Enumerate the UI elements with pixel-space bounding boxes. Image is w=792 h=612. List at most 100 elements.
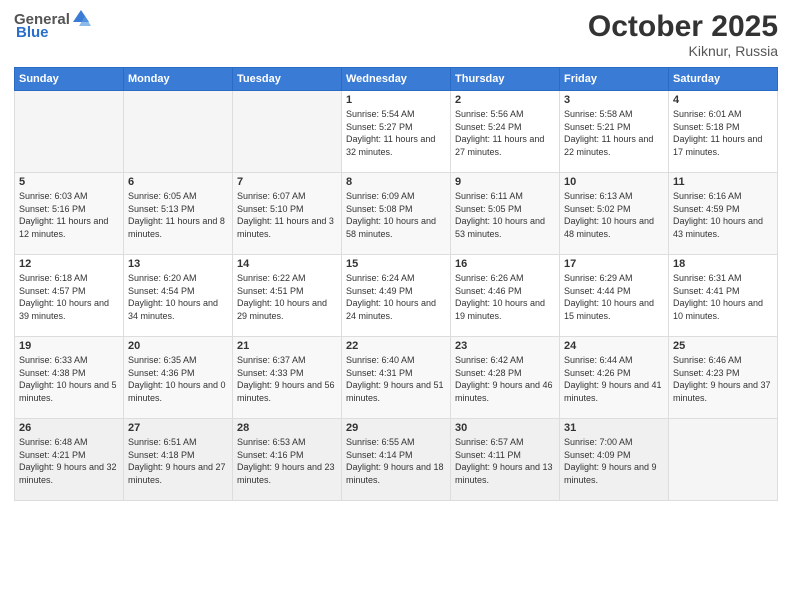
header-thursday: Thursday: [451, 68, 560, 91]
table-row: 24 Sunrise: 6:44 AM Sunset: 4:26 PM Dayli…: [560, 337, 669, 419]
day-number: 6: [128, 176, 228, 188]
logo-icon: [71, 8, 91, 28]
header-sunday: Sunday: [15, 68, 124, 91]
day-number: 12: [19, 258, 119, 270]
table-row: 18 Sunrise: 6:31 AM Sunset: 4:41 PM Dayli…: [669, 255, 778, 337]
location-subtitle: Kiknur, Russia: [588, 43, 778, 59]
day-info: Sunrise: 6:26 AM Sunset: 4:46 PM Dayligh…: [455, 272, 555, 322]
table-row: [233, 91, 342, 173]
day-info: Sunrise: 6:22 AM Sunset: 4:51 PM Dayligh…: [237, 272, 337, 322]
table-row: 30Sunrise: 6:57 AM Sunset: 4:11 PM Dayli…: [451, 419, 560, 501]
day-number: 4: [673, 94, 773, 106]
day-info: Sunrise: 6:37 AM Sunset: 4:33 PM Dayligh…: [237, 354, 337, 404]
table-row: 1Sunrise: 5:54 AM Sunset: 5:27 PM Daylig…: [342, 91, 451, 173]
day-info: Sunrise: 6:18 AM Sunset: 4:57 PM Dayligh…: [19, 272, 119, 322]
table-row: 14 Sunrise: 6:22 AM Sunset: 4:51 PM Dayli…: [233, 255, 342, 337]
logo-blue-text: Blue: [16, 24, 49, 41]
day-number: 16: [455, 258, 555, 270]
calendar-week-row: 5Sunrise: 6:03 AM Sunset: 5:16 PM Daylig…: [15, 173, 778, 255]
table-row: 10 Sunrise: 6:13 AM Sunset: 5:02 PM Dayli…: [560, 173, 669, 255]
table-row: 28 Sunrise: 6:53 AM Sunset: 4:16 PM Dayli…: [233, 419, 342, 501]
day-number: 13: [128, 258, 228, 270]
day-info: Sunrise: 6:24 AM Sunset: 4:49 PM Dayligh…: [346, 272, 446, 322]
table-row: 17 Sunrise: 6:29 AM Sunset: 4:44 PM Dayli…: [560, 255, 669, 337]
page-header: General Blue October 2025 Kiknur, Russia: [14, 10, 778, 59]
table-row: 23Sunrise: 6:42 AM Sunset: 4:28 PM Dayli…: [451, 337, 560, 419]
day-number: 29: [346, 422, 446, 434]
day-number: 22: [346, 340, 446, 352]
header-wednesday: Wednesday: [342, 68, 451, 91]
day-number: 17: [564, 258, 664, 270]
day-number: 24: [564, 340, 664, 352]
logo: General Blue: [14, 10, 91, 41]
calendar-week-row: 26Sunrise: 6:48 AM Sunset: 4:21 PM Dayli…: [15, 419, 778, 501]
table-row: 20 Sunrise: 6:35 AM Sunset: 4:36 PM Dayli…: [124, 337, 233, 419]
header-friday: Friday: [560, 68, 669, 91]
day-number: 14: [237, 258, 337, 270]
table-row: 13 Sunrise: 6:20 AM Sunset: 4:54 PM Dayli…: [124, 255, 233, 337]
table-row: 11Sunrise: 6:16 AM Sunset: 4:59 PM Dayli…: [669, 173, 778, 255]
day-number: 28: [237, 422, 337, 434]
day-info: Sunrise: 6:07 AM Sunset: 5:10 PM Dayligh…: [237, 190, 337, 240]
day-number: 7: [237, 176, 337, 188]
day-info: Sunrise: 6:09 AM Sunset: 5:08 PM Dayligh…: [346, 190, 446, 240]
day-number: 30: [455, 422, 555, 434]
day-info: Sunrise: 6:31 AM Sunset: 4:41 PM Dayligh…: [673, 272, 773, 322]
table-row: [124, 91, 233, 173]
day-number: 20: [128, 340, 228, 352]
day-number: 1: [346, 94, 446, 106]
day-number: 18: [673, 258, 773, 270]
table-row: 26Sunrise: 6:48 AM Sunset: 4:21 PM Dayli…: [15, 419, 124, 501]
table-row: 25Sunrise: 6:46 AM Sunset: 4:23 PM Dayli…: [669, 337, 778, 419]
day-info: Sunrise: 6:55 AM Sunset: 4:14 PM Dayligh…: [346, 436, 446, 486]
day-number: 5: [19, 176, 119, 188]
table-row: 15Sunrise: 6:24 AM Sunset: 4:49 PM Dayli…: [342, 255, 451, 337]
table-row: 6 Sunrise: 6:05 AM Sunset: 5:13 PM Daylig…: [124, 173, 233, 255]
table-row: 12 Sunrise: 6:18 AM Sunset: 4:57 PM Dayli…: [15, 255, 124, 337]
day-info: Sunrise: 6:01 AM Sunset: 5:18 PM Dayligh…: [673, 108, 773, 158]
table-row: 27Sunrise: 6:51 AM Sunset: 4:18 PM Dayli…: [124, 419, 233, 501]
table-row: 7 Sunrise: 6:07 AM Sunset: 5:10 PM Daylig…: [233, 173, 342, 255]
table-row: 29 Sunrise: 6:55 AM Sunset: 4:14 PM Dayli…: [342, 419, 451, 501]
day-info: Sunrise: 6:53 AM Sunset: 4:16 PM Dayligh…: [237, 436, 337, 486]
table-row: 31 Sunrise: 7:00 AM Sunset: 4:09 PM Dayli…: [560, 419, 669, 501]
table-row: 2Sunrise: 5:56 AM Sunset: 5:24 PM Daylig…: [451, 91, 560, 173]
day-info: Sunrise: 6:44 AM Sunset: 4:26 PM Dayligh…: [564, 354, 664, 404]
day-number: 8: [346, 176, 446, 188]
day-info: Sunrise: 6:46 AM Sunset: 4:23 PM Dayligh…: [673, 354, 773, 404]
table-row: 22 Sunrise: 6:40 AM Sunset: 4:31 PM Dayli…: [342, 337, 451, 419]
day-number: 9: [455, 176, 555, 188]
calendar-header-row: Sunday Monday Tuesday Wednesday Thursday…: [15, 68, 778, 91]
header-saturday: Saturday: [669, 68, 778, 91]
calendar-week-row: 19Sunrise: 6:33 AM Sunset: 4:38 PM Dayli…: [15, 337, 778, 419]
day-info: Sunrise: 6:16 AM Sunset: 4:59 PM Dayligh…: [673, 190, 773, 240]
day-number: 26: [19, 422, 119, 434]
header-monday: Monday: [124, 68, 233, 91]
day-number: 31: [564, 422, 664, 434]
day-number: 21: [237, 340, 337, 352]
day-info: Sunrise: 7:00 AM Sunset: 4:09 PM Dayligh…: [564, 436, 664, 486]
day-info: Sunrise: 6:20 AM Sunset: 4:54 PM Dayligh…: [128, 272, 228, 322]
day-number: 2: [455, 94, 555, 106]
day-info: Sunrise: 6:35 AM Sunset: 4:36 PM Dayligh…: [128, 354, 228, 404]
table-row: 19Sunrise: 6:33 AM Sunset: 4:38 PM Dayli…: [15, 337, 124, 419]
day-info: Sunrise: 6:05 AM Sunset: 5:13 PM Dayligh…: [128, 190, 228, 240]
table-row: 5Sunrise: 6:03 AM Sunset: 5:16 PM Daylig…: [15, 173, 124, 255]
table-row: 4 Sunrise: 6:01 AM Sunset: 5:18 PM Daylig…: [669, 91, 778, 173]
day-number: 3: [564, 94, 664, 106]
day-info: Sunrise: 6:13 AM Sunset: 5:02 PM Dayligh…: [564, 190, 664, 240]
calendar-week-row: 12 Sunrise: 6:18 AM Sunset: 4:57 PM Dayli…: [15, 255, 778, 337]
table-row: 9 Sunrise: 6:11 AM Sunset: 5:05 PM Daylig…: [451, 173, 560, 255]
title-section: October 2025 Kiknur, Russia: [588, 10, 778, 59]
day-info: Sunrise: 6:40 AM Sunset: 4:31 PM Dayligh…: [346, 354, 446, 404]
day-number: 10: [564, 176, 664, 188]
table-row: 16 Sunrise: 6:26 AM Sunset: 4:46 PM Dayli…: [451, 255, 560, 337]
table-row: 3Sunrise: 5:58 AM Sunset: 5:21 PM Daylig…: [560, 91, 669, 173]
header-tuesday: Tuesday: [233, 68, 342, 91]
day-info: Sunrise: 6:11 AM Sunset: 5:05 PM Dayligh…: [455, 190, 555, 240]
table-row: [669, 419, 778, 501]
calendar-table: Sunday Monday Tuesday Wednesday Thursday…: [14, 67, 778, 501]
table-row: 8 Sunrise: 6:09 AM Sunset: 5:08 PM Daylig…: [342, 173, 451, 255]
calendar-week-row: 1Sunrise: 5:54 AM Sunset: 5:27 PM Daylig…: [15, 91, 778, 173]
day-info: Sunrise: 6:29 AM Sunset: 4:44 PM Dayligh…: [564, 272, 664, 322]
